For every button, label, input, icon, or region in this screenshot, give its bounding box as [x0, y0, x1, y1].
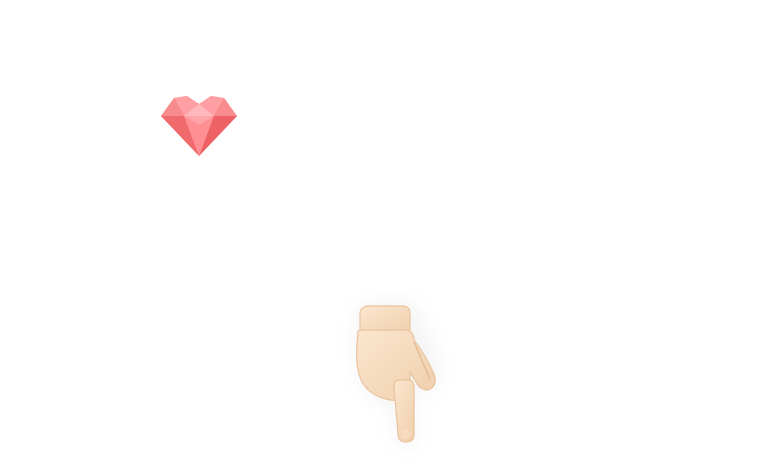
- canvas: [0, 0, 771, 471]
- pointing-down-hand-icon[interactable]: [330, 290, 460, 462]
- heart-gem-icon[interactable]: [160, 95, 238, 157]
- hand-fingernail: [401, 429, 411, 439]
